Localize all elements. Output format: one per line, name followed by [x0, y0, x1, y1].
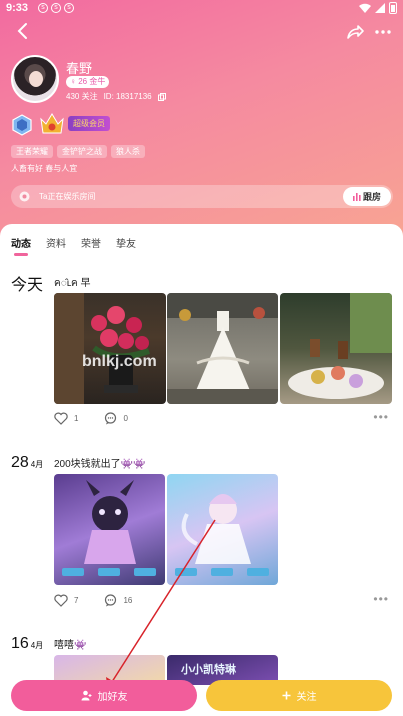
game-skin-image: [175, 494, 269, 576]
notification-icons: s s s: [38, 3, 74, 13]
white-dress-image: [167, 293, 278, 404]
more-icon[interactable]: [373, 22, 393, 42]
notification-icon: s: [64, 3, 74, 13]
comment-action[interactable]: 0: [104, 412, 128, 425]
post-title: 200块钱就出了👾👾: [54, 459, 146, 470]
add-friend-label: 加好友: [97, 692, 128, 703]
comment-count: 0: [123, 414, 128, 423]
post-month: 4月: [30, 460, 44, 469]
like-count: 1: [74, 414, 79, 423]
image-overlay-text: 小小凯特琳: [181, 664, 236, 676]
like-action[interactable]: 1: [54, 412, 78, 425]
back-icon[interactable]: [12, 20, 34, 42]
post-date: 28 4月: [11, 454, 43, 472]
post-image[interactable]: [54, 293, 166, 404]
profile-tabs: 动态 资料 荣誉 挚友: [11, 235, 151, 256]
post-month: 4月: [30, 641, 44, 650]
comment-count: 16: [123, 596, 133, 605]
post-image[interactable]: [54, 474, 165, 585]
add-friend-button[interactable]: 加好友: [11, 680, 197, 711]
post-image[interactable]: [167, 474, 278, 585]
avatar[interactable]: [11, 55, 59, 103]
post-more-icon[interactable]: •••: [373, 592, 389, 606]
like-count: 7: [74, 596, 79, 605]
notification-icon: s: [51, 3, 61, 13]
plus-icon: [282, 691, 290, 700]
copy-icon[interactable]: [157, 92, 166, 101]
avatar-face: [29, 71, 43, 87]
heart-icon: [54, 594, 68, 607]
rose-vase-image: [54, 293, 150, 404]
follow-room-label: 跟房: [362, 192, 381, 202]
post-day: 16: [11, 635, 29, 652]
add-person-icon: [81, 690, 91, 701]
room-status-bar[interactable]: Ta正在娱乐房间 跟房: [11, 185, 393, 208]
comment-icon: [105, 412, 117, 425]
wifi-icon: [359, 3, 371, 13]
follow-button[interactable]: 关注: [206, 680, 392, 711]
game-tag[interactable]: 金铲铲之战: [57, 145, 107, 158]
heart-icon: [54, 412, 68, 425]
follow-count[interactable]: 430 关注: [66, 91, 98, 102]
follow-room-button[interactable]: 跟房: [343, 187, 391, 206]
like-action[interactable]: 7: [54, 594, 78, 607]
game-tags: 王者荣耀 金铲铲之战 狼人杀: [11, 145, 145, 158]
post-actions: 1 0: [54, 412, 154, 425]
status-time: 9:33: [6, 2, 29, 14]
tab-friends[interactable]: 挚友: [116, 235, 136, 250]
watermark: bnlkj.com: [82, 353, 157, 370]
profile-meta: 430 关注 ID: 18317136: [66, 91, 166, 102]
post-date: 今天: [11, 271, 43, 295]
post-image[interactable]: [167, 293, 278, 404]
bottom-action-bar: 加好友 关注: [0, 680, 403, 716]
room-status-text: Ta正在娱乐房间: [39, 192, 96, 201]
post-day: 28: [11, 454, 29, 471]
post-actions: 7 16: [54, 594, 158, 607]
tab-info[interactable]: 资料: [46, 235, 66, 250]
username: 春野: [66, 61, 93, 76]
post-more-icon[interactable]: •••: [373, 410, 389, 424]
signal-icon: [375, 3, 385, 13]
status-bar: 9:33 s s s: [0, 0, 403, 18]
crown-badge-icon[interactable]: [38, 111, 66, 137]
follow-label: 关注: [296, 692, 317, 703]
rank-badge-icon[interactable]: [11, 114, 33, 136]
game-tag[interactable]: 王者荣耀: [11, 145, 53, 158]
comment-action[interactable]: 16: [104, 594, 132, 607]
status-right: [359, 2, 397, 14]
tab-moments[interactable]: 动态: [11, 235, 31, 256]
cafe-desserts-image: [288, 293, 392, 399]
bio: 人畜有好 春与人宜: [11, 164, 78, 173]
post-title: ค◌̂ւค 早: [54, 278, 91, 289]
audio-bars-icon: [352, 192, 361, 201]
battery-icon: [389, 2, 397, 14]
gender-age-badge: ♀ 26 金牛: [66, 76, 110, 88]
post-day: 今天: [11, 277, 44, 294]
comment-icon: [105, 594, 117, 607]
game-skin-image: [62, 480, 156, 576]
post-date: 16 4月: [11, 635, 43, 653]
profile-header: 9:33 s s s 春野 ♀ 26 金牛 430 关注 ID: 1831713…: [0, 0, 403, 236]
post-image[interactable]: [280, 293, 392, 404]
share-icon[interactable]: [345, 22, 365, 42]
notification-icon: s: [38, 3, 48, 13]
vip-badge: 超级会员: [68, 116, 110, 131]
post-title: 嘻嘻👾: [54, 640, 87, 651]
user-id: ID: 18317136: [103, 92, 152, 101]
game-tag[interactable]: 狼人杀: [111, 145, 145, 158]
room-icon: [19, 191, 30, 202]
tab-honors[interactable]: 荣誉: [81, 235, 101, 250]
